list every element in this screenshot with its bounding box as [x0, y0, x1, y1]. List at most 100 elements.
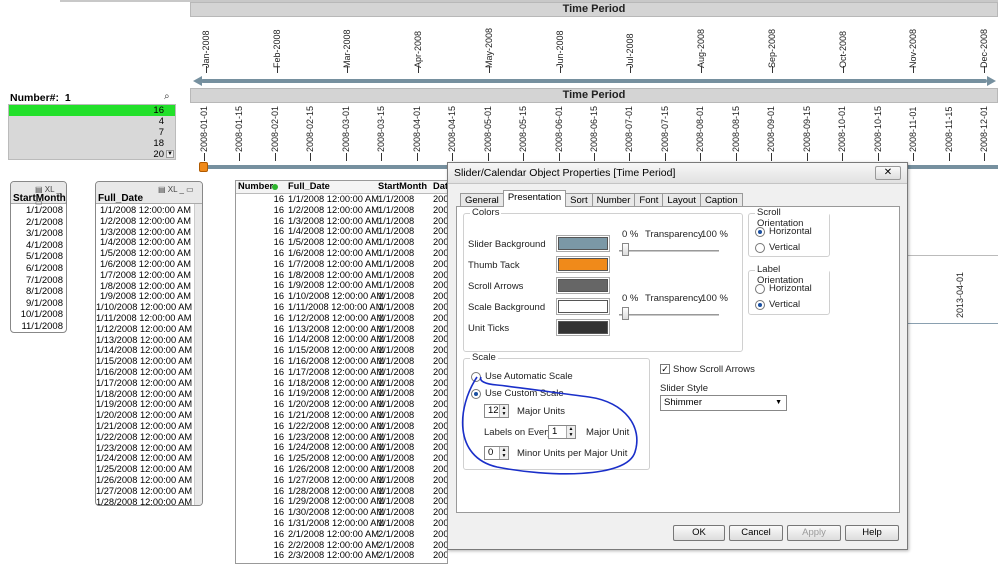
col-header-date[interactable]: Dat — [433, 181, 447, 192]
color-label: Scale Background — [468, 302, 546, 313]
color-swatch[interactable] — [556, 319, 610, 336]
number-list-item[interactable]: 7 — [9, 127, 175, 138]
mid-scale-tick — [665, 153, 666, 161]
fulldate-list-item[interactable]: 1/3/2008 12:00:00 AM — [96, 227, 194, 238]
startmonth-list-item[interactable]: 3/1/2008 — [11, 228, 66, 240]
cell-fulldate: 1/20/2008 12:00:00 AM — [288, 399, 385, 410]
color-swatch[interactable] — [556, 256, 610, 273]
top-slider-right-arrow-icon[interactable] — [987, 76, 996, 86]
col-header-startmonth[interactable]: StartMonth — [378, 181, 427, 192]
startmonth-list-item[interactable]: 11/1/2008 — [11, 321, 66, 332]
fulldate-list-item[interactable]: 1/22/2008 12:00:00 AM — [96, 432, 194, 443]
color-swatch[interactable] — [556, 298, 610, 315]
help-button[interactable]: Help — [845, 525, 899, 541]
startmonth-list-item[interactable]: 5/1/2008 — [11, 251, 66, 263]
fulldate-list-item[interactable]: 1/21/2008 12:00:00 AM — [96, 421, 194, 432]
fulldate-list-item[interactable]: 1/26/2008 12:00:00 AM — [96, 475, 194, 486]
fulldate-list-item[interactable]: 1/7/2008 12:00:00 AM — [96, 270, 194, 281]
color-swatch[interactable] — [556, 277, 610, 294]
startmonth-list-item[interactable]: 9/1/2008 — [11, 298, 66, 310]
fulldate-list-item[interactable]: 1/15/2008 12:00:00 AM — [96, 356, 194, 367]
label-vertical-radio[interactable] — [755, 300, 765, 310]
cell-number: 16 — [273, 334, 284, 345]
ok-button[interactable]: OK — [673, 525, 725, 541]
show-scroll-arrows-checkbox[interactable]: ✓ — [660, 364, 670, 374]
mid-scale-tick — [594, 153, 595, 161]
label-horizontal-radio[interactable] — [755, 284, 765, 294]
cancel-button[interactable]: Cancel — [729, 525, 783, 541]
transparency-thumb-1[interactable] — [622, 243, 629, 256]
scroll-horizontal-radio[interactable] — [755, 227, 765, 237]
startmonth-list-item[interactable]: 10/1/2008 — [11, 309, 66, 321]
fulldate-list-item[interactable]: 1/1/2008 12:00:00 AM — [96, 205, 194, 216]
fulldate-list-item[interactable]: 1/4/2008 12:00:00 AM — [96, 237, 194, 248]
mid-slider-track[interactable] — [200, 165, 450, 169]
fulldate-list-item[interactable]: 1/12/2008 12:00:00 AM — [96, 324, 194, 335]
startmonth-list-item[interactable]: 6/1/2008 — [11, 263, 66, 275]
caption-icons[interactable]: ▤ XL _ ▭ — [158, 183, 194, 196]
transparency-slider-1[interactable] — [619, 250, 719, 252]
startmonth-list-item[interactable]: 8/1/2008 — [11, 286, 66, 298]
fulldate-list-item[interactable]: 1/13/2008 12:00:00 AM — [96, 335, 194, 346]
cell-number: 16 — [273, 323, 284, 334]
tab-font[interactable]: Font — [634, 193, 664, 207]
transparency-thumb-2[interactable] — [622, 307, 629, 320]
fulldate-list-item[interactable]: 1/11/2008 12:00:00 AM — [96, 313, 194, 324]
tab-presentation[interactable]: Presentation — [502, 190, 567, 207]
data-table[interactable]: Number Full_Date StartMonth Dat 16 1/1/20… — [235, 180, 448, 564]
fulldate-list-item[interactable]: 1/23/2008 12:00:00 AM — [96, 443, 194, 454]
tab-sort[interactable]: Sort — [565, 193, 593, 207]
fulldate-list-item[interactable]: 1/19/2008 12:00:00 AM — [96, 399, 194, 410]
fulldate-list-item[interactable]: 1/18/2008 12:00:00 AM — [96, 389, 194, 400]
tab-general[interactable]: General — [460, 193, 504, 207]
fulldate-list-item[interactable]: 1/24/2008 12:00:00 AM — [96, 453, 194, 464]
fulldate-list-item[interactable]: 1/25/2008 12:00:00 AM — [96, 464, 194, 475]
col-header-number[interactable]: Number — [238, 181, 273, 192]
fulldate-list-item[interactable]: 1/17/2008 12:00:00 AM — [96, 378, 194, 389]
mid-slider-thumb[interactable] — [199, 162, 208, 172]
number-listbox[interactable]: 16 4 7 18 20 ▼ — [8, 104, 176, 160]
fulldate-list-item[interactable]: 1/8/2008 12:00:00 AM — [96, 281, 194, 292]
tab-number[interactable]: Number — [591, 193, 636, 207]
tab-layout[interactable]: Layout — [662, 193, 701, 207]
startmonth-list-item[interactable]: 4/1/2008 — [11, 240, 66, 252]
search-icon[interactable]: ⌕ — [164, 91, 170, 102]
mid-scale-tick — [381, 153, 382, 161]
col-header-fulldate[interactable]: Full_Date — [288, 181, 330, 192]
startmonth-listbox[interactable]: ▤ XL _ ▭ StartMonth_ 1/1/2008 2/1/2008 3/1… — [10, 181, 67, 333]
fulldate-list-item[interactable]: 1/14/2008 12:00:00 AM — [96, 345, 194, 356]
startmonth-list-item[interactable]: 2/1/2008 — [11, 217, 66, 229]
number-list-item[interactable]: 20 — [9, 149, 175, 160]
fulldate-list-item[interactable]: 1/2/2008 12:00:00 AM — [96, 216, 194, 227]
fulldate-list-item[interactable]: 1/9/2008 12:00:00 AM — [96, 291, 194, 302]
top-slider-track[interactable] — [201, 79, 987, 83]
number-list-item[interactable]: 4 — [9, 116, 175, 127]
fulldate-scrollbar[interactable] — [194, 204, 202, 505]
scroll-vertical-radio[interactable] — [755, 243, 765, 253]
number-list-item[interactable]: 16 — [9, 105, 175, 116]
startmonth-list-item[interactable]: 7/1/2008 — [11, 275, 66, 287]
close-button[interactable]: ✕ — [875, 166, 901, 180]
mid-slider-track-right[interactable] — [908, 165, 998, 169]
fulldate-list-item[interactable]: 1/27/2008 12:00:00 AM — [96, 486, 194, 497]
fulldate-list-item[interactable]: 1/28/2008 12:00:00 AM — [96, 497, 194, 505]
fulldate-list-item[interactable]: 1/6/2008 12:00:00 AM — [96, 259, 194, 270]
tab-caption[interactable]: Caption — [699, 193, 743, 207]
color-swatch[interactable] — [556, 235, 610, 252]
fulldate-list-item[interactable]: 1/16/2008 12:00:00 AM — [96, 367, 194, 378]
fulldate-list-item[interactable]: 1/5/2008 12:00:00 AM — [96, 248, 194, 259]
fulldate-list-item[interactable]: 1/20/2008 12:00:00 AM — [96, 410, 194, 421]
cell-number: 16 — [273, 204, 284, 215]
cell-number: 16 — [273, 280, 284, 291]
number-list-item[interactable]: 18 — [9, 138, 175, 149]
fulldate-list-item[interactable]: 1/10/2008 12:00:00 AM — [96, 302, 194, 313]
transparency-slider-2[interactable] — [619, 314, 719, 316]
cell-number: 16 — [273, 194, 284, 204]
scroll-down-icon[interactable]: ▼ — [166, 150, 174, 158]
presentation-panel: Colors Slider Background Thumb Tack Scroll… — [456, 206, 900, 513]
cell-date: 2008_ — [433, 334, 448, 345]
cell-number: 16 — [273, 431, 284, 442]
apply-button[interactable]: Apply — [787, 525, 841, 541]
fulldate-listbox[interactable]: ▤ XL _ ▭ Full_Date 1/1/2008 12:00:00 AM 1… — [95, 181, 203, 506]
slider-style-dropdown[interactable]: Shimmer ▼ — [660, 395, 787, 411]
